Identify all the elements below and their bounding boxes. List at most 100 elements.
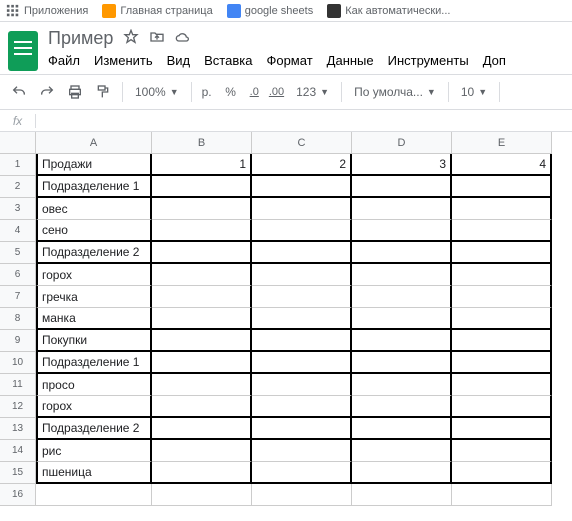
zoom-dropdown[interactable]: 100%▼ [129, 79, 185, 105]
cell[interactable] [252, 264, 352, 286]
cell[interactable] [452, 198, 552, 220]
cell[interactable]: Продажи [36, 154, 152, 176]
cell[interactable] [152, 220, 252, 242]
column-header[interactable]: A [36, 132, 152, 154]
menu-edit[interactable]: Изменить [94, 53, 153, 68]
cell[interactable] [352, 242, 452, 264]
cell[interactable]: гречка [36, 286, 152, 308]
cell[interactable]: 4 [452, 154, 552, 176]
cell[interactable] [252, 352, 352, 374]
cell[interactable]: овес [36, 198, 152, 220]
cell[interactable]: горох [36, 396, 152, 418]
row-header[interactable]: 6 [0, 264, 36, 286]
cell[interactable] [352, 264, 452, 286]
cell[interactable] [352, 440, 452, 462]
cell[interactable] [152, 176, 252, 198]
cell[interactable] [252, 440, 352, 462]
cell[interactable]: 3 [352, 154, 452, 176]
menu-format[interactable]: Формат [266, 53, 312, 68]
sheets-logo-icon[interactable] [8, 31, 38, 71]
move-icon[interactable] [149, 29, 165, 48]
cell[interactable] [152, 330, 252, 352]
cell[interactable] [352, 396, 452, 418]
cell[interactable] [452, 352, 552, 374]
redo-button[interactable] [34, 79, 60, 105]
cell[interactable] [152, 440, 252, 462]
cell[interactable] [452, 176, 552, 198]
percent-button[interactable]: % [218, 79, 244, 105]
cell[interactable] [252, 374, 352, 396]
cell[interactable] [152, 264, 252, 286]
cell[interactable] [152, 286, 252, 308]
cell[interactable] [252, 286, 352, 308]
cell[interactable] [452, 374, 552, 396]
cell[interactable] [252, 418, 352, 440]
cell[interactable] [252, 198, 352, 220]
cell[interactable] [352, 330, 452, 352]
row-header[interactable]: 7 [0, 286, 36, 308]
menu-addons[interactable]: Доп [483, 53, 506, 68]
row-header[interactable]: 3 [0, 198, 36, 220]
cell[interactable] [452, 418, 552, 440]
cell[interactable] [452, 308, 552, 330]
cell[interactable] [152, 374, 252, 396]
cell[interactable] [252, 396, 352, 418]
cell[interactable]: Подразделение 2 [36, 418, 152, 440]
cell[interactable] [352, 286, 452, 308]
cell[interactable] [252, 484, 352, 506]
document-title[interactable]: Пример [48, 28, 113, 49]
cell[interactable] [352, 374, 452, 396]
cell[interactable]: манка [36, 308, 152, 330]
cell[interactable] [352, 308, 452, 330]
paint-format-button[interactable] [90, 79, 116, 105]
cell[interactable]: пшеница [36, 462, 152, 484]
currency-button[interactable]: р. [198, 79, 216, 105]
cell[interactable]: рис [36, 440, 152, 462]
cell[interactable] [152, 352, 252, 374]
cell[interactable] [352, 462, 452, 484]
cell[interactable]: Покупки [36, 330, 152, 352]
row-header[interactable]: 2 [0, 176, 36, 198]
column-header[interactable]: D [352, 132, 452, 154]
cell[interactable] [452, 462, 552, 484]
row-header[interactable]: 9 [0, 330, 36, 352]
cell[interactable]: Подразделение 2 [36, 242, 152, 264]
row-header[interactable]: 1 [0, 154, 36, 176]
font-dropdown[interactable]: По умолча...▼ [348, 79, 442, 105]
cell[interactable] [152, 242, 252, 264]
row-header[interactable]: 13 [0, 418, 36, 440]
cell[interactable]: сено [36, 220, 152, 242]
bookmark-item[interactable]: Главная страница [102, 4, 212, 18]
bookmark-item[interactable]: Как автоматически... [327, 4, 450, 18]
cell[interactable]: горох [36, 264, 152, 286]
menu-tools[interactable]: Инструменты [388, 53, 469, 68]
column-header[interactable]: B [152, 132, 252, 154]
cell[interactable] [352, 198, 452, 220]
row-header[interactable]: 15 [0, 462, 36, 484]
row-header[interactable]: 12 [0, 396, 36, 418]
row-header[interactable]: 5 [0, 242, 36, 264]
cell[interactable]: просо [36, 374, 152, 396]
cell[interactable] [352, 352, 452, 374]
cell[interactable] [152, 418, 252, 440]
undo-button[interactable] [6, 79, 32, 105]
cell[interactable] [452, 286, 552, 308]
decrease-decimal-button[interactable]: .0 [246, 79, 263, 105]
cell[interactable] [252, 176, 352, 198]
select-all-corner[interactable] [0, 132, 36, 154]
cell[interactable] [252, 308, 352, 330]
print-button[interactable] [62, 79, 88, 105]
grid[interactable]: Продажи1234 Подразделение 1 овес сено По… [36, 154, 552, 506]
cell[interactable] [452, 242, 552, 264]
star-icon[interactable] [123, 29, 139, 48]
bookmark-apps[interactable]: Приложения [6, 4, 88, 18]
cell[interactable] [152, 308, 252, 330]
row-header[interactable]: 10 [0, 352, 36, 374]
row-header[interactable]: 8 [0, 308, 36, 330]
cell[interactable] [452, 264, 552, 286]
cell[interactable] [252, 242, 352, 264]
cell[interactable] [252, 220, 352, 242]
row-header[interactable]: 14 [0, 440, 36, 462]
cell[interactable] [252, 462, 352, 484]
cell[interactable] [352, 418, 452, 440]
